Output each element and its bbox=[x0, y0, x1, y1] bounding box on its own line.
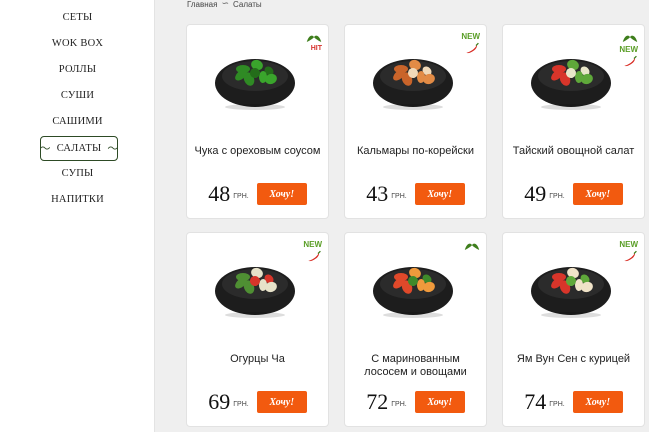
order-button[interactable]: Хочу! bbox=[414, 391, 465, 413]
badge-group: NEW bbox=[303, 240, 322, 262]
product-card[interactable]: NEW Тайский овощной салат 49 ГРН. Хочу! bbox=[502, 24, 645, 219]
product-price: 48 bbox=[208, 181, 231, 206]
salad-bowl-image bbox=[373, 267, 453, 318]
chili-pepper-icon bbox=[624, 250, 637, 262]
price-row: 43 ГРН. Хочу! bbox=[345, 181, 486, 207]
product-card[interactable]: NEW Огурцы Ча 69 ГРН. Хочу! bbox=[186, 232, 329, 427]
salad-bowl-image bbox=[373, 59, 453, 110]
product-card[interactable]: С маринованным лососем и овощами 72 ГРН. Хо… bbox=[344, 232, 487, 427]
product-name: Чука с ореховым соусом bbox=[194, 145, 321, 157]
order-button[interactable]: Хочу! bbox=[414, 183, 465, 205]
breadcrumb: Главная ∽ Салаты bbox=[187, 0, 262, 9]
salad-bowl-image bbox=[215, 267, 295, 318]
currency-label: ГРН. bbox=[549, 193, 565, 200]
nav-item-salads-label: САЛАТЫ bbox=[56, 142, 102, 154]
price-row: 72 ГРН. Хочу! bbox=[345, 389, 486, 415]
price-row: 69 ГРН. Хочу! bbox=[187, 389, 328, 415]
wave-right-icon: 〜 bbox=[107, 141, 119, 155]
product-name: С маринованным лососем и овощами bbox=[364, 353, 467, 378]
chili-pepper-icon bbox=[308, 250, 321, 262]
nav-item-sushi[interactable]: СУШИ bbox=[0, 90, 155, 101]
price-row: 48 ГРН. Хочу! bbox=[187, 181, 328, 207]
order-button[interactable]: Хочу! bbox=[256, 183, 307, 205]
nav-item-sets[interactable]: СЕТЫ bbox=[0, 12, 155, 23]
product-price: 69 bbox=[208, 389, 231, 414]
order-button[interactable]: Хочу! bbox=[256, 391, 307, 413]
breadcrumb-separator-icon: ∽ bbox=[221, 0, 229, 9]
new-badge: NEW bbox=[461, 32, 480, 41]
leaf-icon bbox=[306, 35, 322, 42]
badge-group: NEW bbox=[461, 32, 480, 54]
nav-item-sashimi[interactable]: САШИМИ bbox=[0, 116, 155, 127]
salad-bowl-image bbox=[215, 59, 295, 110]
nav-item-rolls[interactable]: РОЛЛЫ bbox=[0, 64, 155, 75]
currency-label: ГРН. bbox=[549, 401, 565, 408]
product-name: Кальмары по-корейски bbox=[356, 145, 475, 157]
currency-label: ГРН. bbox=[233, 193, 249, 200]
product-name: Огурцы Ча bbox=[230, 353, 285, 365]
order-button[interactable]: Хочу! bbox=[572, 391, 623, 413]
leaf-icon bbox=[622, 35, 638, 42]
product-name: Ям Вун Сен с курицей bbox=[516, 353, 631, 365]
product-card[interactable]: NEW Ям Вун Сен с курицей 74 ГРН. Хочу! bbox=[502, 232, 645, 427]
product-card[interactable]: HIT Чука с ореховым соусом 48 ГРН. Хочу! bbox=[186, 24, 329, 219]
currency-label: ГРН. bbox=[391, 193, 407, 200]
new-badge: NEW bbox=[619, 45, 638, 54]
product-price: 74 bbox=[524, 389, 547, 414]
price-row: 74 ГРН. Хочу! bbox=[503, 389, 644, 415]
price-row: 49 ГРН. Хочу! bbox=[503, 181, 644, 207]
new-badge: NEW bbox=[303, 240, 322, 249]
product-card[interactable]: NEW Кальмары по-корейски 43 ГРН. Хочу! bbox=[344, 24, 487, 219]
product-price: 72 bbox=[366, 389, 389, 414]
badge-group: HIT bbox=[306, 32, 322, 52]
wave-left-icon: 〜 bbox=[39, 141, 51, 155]
new-badge: NEW bbox=[619, 240, 638, 249]
breadcrumb-home[interactable]: Главная bbox=[187, 0, 217, 9]
badge-group bbox=[464, 240, 480, 252]
badge-group: NEW bbox=[619, 32, 638, 67]
product-price: 43 bbox=[366, 181, 389, 206]
product-name: Тайский овощной салат bbox=[512, 145, 635, 157]
product-price: 49 bbox=[524, 181, 547, 206]
nav-item-wok-box[interactable]: WOK BOX bbox=[0, 38, 155, 49]
breadcrumb-current: Салаты bbox=[233, 0, 262, 9]
chili-pepper-icon bbox=[466, 42, 479, 54]
currency-label: ГРН. bbox=[233, 401, 249, 408]
leaf-icon bbox=[464, 243, 480, 250]
salad-bowl-image bbox=[531, 59, 611, 110]
nav-item-soups[interactable]: СУПЫ bbox=[0, 168, 155, 179]
sidebar-nav: СЕТЫ WOK BOX РОЛЛЫ СУШИ САШИМИ 〜 САЛАТЫ … bbox=[0, 0, 155, 432]
badge-group: NEW bbox=[619, 240, 638, 262]
chili-pepper-icon bbox=[624, 55, 637, 67]
order-button[interactable]: Хочу! bbox=[572, 183, 623, 205]
salad-bowl-image bbox=[531, 267, 611, 318]
nav-item-salads[interactable]: 〜 САЛАТЫ 〜 bbox=[39, 136, 119, 161]
nav-item-drinks[interactable]: НАПИТКИ bbox=[0, 194, 155, 205]
hit-badge: HIT bbox=[310, 45, 322, 52]
currency-label: ГРН. bbox=[391, 401, 407, 408]
